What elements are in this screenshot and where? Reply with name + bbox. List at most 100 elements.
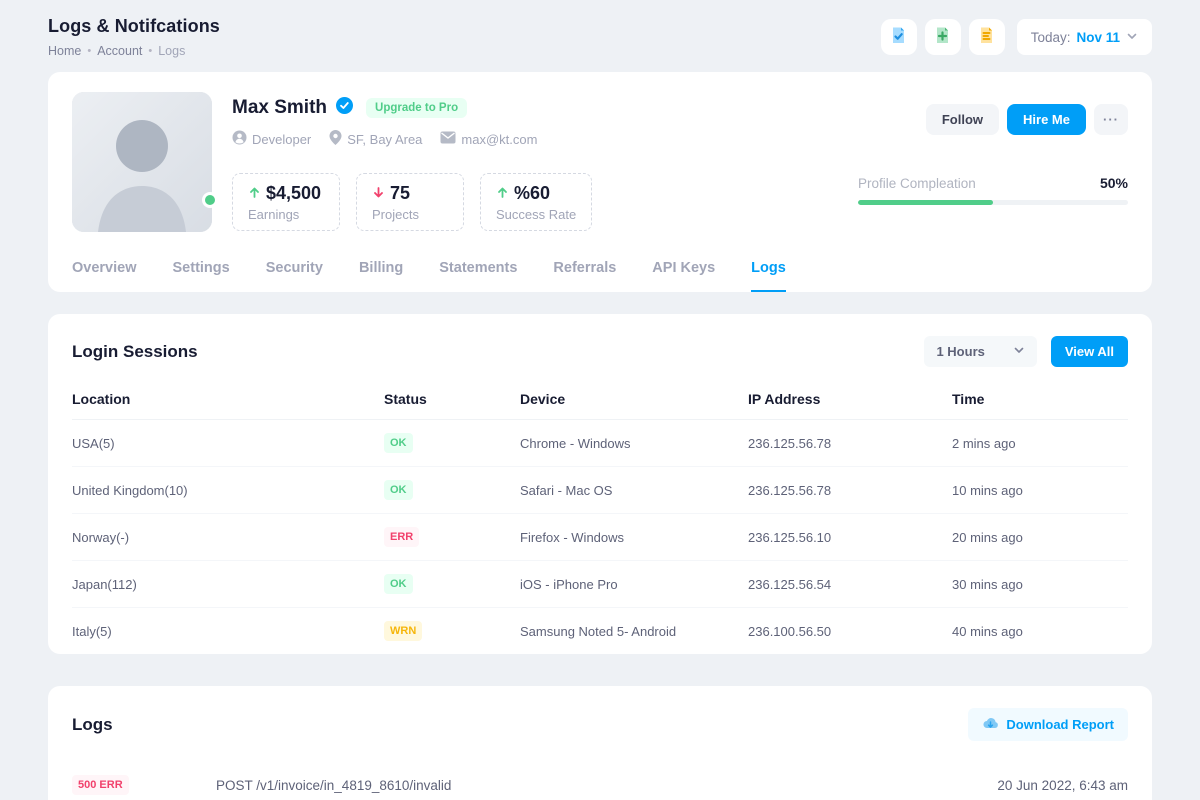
- stat-success-rate: %60 Success Rate: [480, 173, 592, 231]
- profile-role-label: Developer: [252, 132, 311, 147]
- status-badge: OK: [384, 480, 413, 500]
- view-all-button[interactable]: View All: [1051, 336, 1128, 367]
- download-report-button[interactable]: Download Report: [968, 708, 1128, 741]
- table-row: Japan(112) OK iOS - iPhone Pro 236.125.5…: [72, 561, 1128, 608]
- toolbar: Logs & Notifcations Home• Account• Logs …: [0, 0, 1200, 72]
- status-badge: OK: [384, 433, 413, 453]
- stat-success-rate-label: Success Rate: [496, 207, 576, 222]
- tab-statements[interactable]: Statements: [439, 254, 517, 292]
- cell-ip: 236.125.56.10: [748, 517, 952, 558]
- cell-device: Firefox - Windows: [520, 517, 748, 558]
- tab-api-keys[interactable]: API Keys: [652, 254, 715, 292]
- sessions-title: Login Sessions: [72, 342, 198, 362]
- cell-location: USA(5): [72, 423, 384, 464]
- envelope-icon: [440, 131, 456, 147]
- profile-email-label: max@kt.com: [461, 132, 537, 147]
- date-picker-label: Today:: [1031, 30, 1071, 45]
- breadcrumb-current: Logs: [158, 44, 185, 58]
- tab-logs[interactable]: Logs: [751, 254, 786, 292]
- file-check-button[interactable]: [881, 19, 917, 55]
- profile-location: SF, Bay Area: [329, 130, 422, 148]
- logs-title: Logs: [72, 715, 113, 735]
- column-status: Status: [384, 377, 520, 419]
- logs-card: Logs Download Report 500 ERR POST /v1/in…: [48, 686, 1152, 800]
- verified-check-icon: [335, 96, 354, 120]
- profile-role: Developer: [232, 130, 311, 148]
- cell-time: 10 mins ago: [952, 470, 1128, 511]
- file-lines-button[interactable]: [969, 19, 1005, 55]
- breadcrumb-home[interactable]: Home: [48, 44, 81, 58]
- upgrade-pro-badge[interactable]: Upgrade to Pro: [366, 98, 467, 118]
- stat-earnings-label: Earnings: [248, 207, 324, 222]
- tab-overview[interactable]: Overview: [72, 254, 137, 292]
- stat-earnings-value: $4,500: [266, 183, 321, 204]
- profile-email: max@kt.com: [440, 131, 537, 147]
- tab-referrals[interactable]: Referrals: [553, 254, 616, 292]
- table-header-row: Location Status Device IP Address Time: [72, 377, 1128, 420]
- page-title: Logs & Notifcations: [48, 16, 220, 37]
- column-time: Time: [952, 377, 1128, 419]
- progress-bar-fill: [858, 200, 993, 205]
- log-row: 500 ERR POST /v1/invoice/in_4819_8610/in…: [72, 775, 1128, 795]
- cell-ip: 236.125.56.54: [748, 564, 952, 605]
- chevron-down-icon: [1013, 344, 1025, 359]
- stat-projects-label: Projects: [372, 207, 448, 222]
- log-path: POST /v1/invoice/in_4819_8610/invalid: [216, 778, 997, 793]
- status-badge: OK: [384, 574, 413, 594]
- page-head: Logs & Notifcations Home• Account• Logs: [48, 16, 220, 58]
- profile-completion: Profile Compleation 50%: [858, 175, 1128, 205]
- profile-tabs: Overview Settings Security Billing State…: [72, 254, 1128, 292]
- column-ip: IP Address: [748, 377, 952, 419]
- profile-side: Follow Hire Me ··· Profile Compleation 5…: [858, 92, 1128, 232]
- cell-device: Safari - Mac OS: [520, 470, 748, 511]
- cell-ip: 236.100.56.50: [748, 611, 952, 652]
- table-row: Italy(5) WRN Samsung Noted 5- Android 23…: [72, 608, 1128, 654]
- stat-projects: 75 Projects: [356, 173, 464, 231]
- file-lines-icon: [977, 26, 996, 48]
- cell-device: iOS - iPhone Pro: [520, 564, 748, 605]
- hours-filter-select[interactable]: 1 Hours: [924, 336, 1036, 367]
- cell-ip: 236.125.56.78: [748, 423, 952, 464]
- stat-projects-value: 75: [390, 183, 410, 204]
- table-row: USA(5) OK Chrome - Windows 236.125.56.78…: [72, 420, 1128, 467]
- hire-me-button[interactable]: Hire Me: [1007, 104, 1086, 135]
- arrow-down-icon: [372, 183, 385, 204]
- profile-completion-value: 50%: [1100, 175, 1128, 191]
- file-check-icon: [889, 26, 908, 48]
- cell-time: 30 mins ago: [952, 564, 1128, 605]
- arrow-up-icon: [248, 183, 261, 204]
- log-level-badge: 500 ERR: [72, 775, 129, 795]
- avatar-wrap: [72, 92, 212, 232]
- tab-billing[interactable]: Billing: [359, 254, 403, 292]
- chevron-down-icon: [1126, 30, 1138, 45]
- online-status-dot: [202, 192, 218, 208]
- cell-location: Italy(5): [72, 611, 384, 652]
- tab-settings[interactable]: Settings: [173, 254, 230, 292]
- cloud-download-icon: [982, 716, 999, 733]
- stat-earnings: $4,500 Earnings: [232, 173, 340, 231]
- arrow-up-icon: [496, 183, 509, 204]
- cell-location: United Kingdom(10): [72, 470, 384, 511]
- column-location: Location: [72, 377, 384, 419]
- file-plus-button[interactable]: [925, 19, 961, 55]
- date-picker-value: Nov 11: [1076, 30, 1120, 45]
- more-options-button[interactable]: ···: [1094, 104, 1128, 135]
- tab-security[interactable]: Security: [266, 254, 323, 292]
- follow-button[interactable]: Follow: [926, 104, 999, 135]
- stat-success-rate-value: %60: [514, 183, 550, 204]
- column-device: Device: [520, 377, 748, 419]
- cell-time: 2 mins ago: [952, 423, 1128, 464]
- table-row: United Kingdom(10) OK Safari - Mac OS 23…: [72, 467, 1128, 514]
- cell-location: Norway(-): [72, 517, 384, 558]
- log-date: 20 Jun 2022, 6:43 am: [997, 778, 1128, 793]
- download-report-label: Download Report: [1006, 717, 1114, 732]
- profile-main: Max Smith Upgrade to Pro Developer SF, B…: [232, 92, 838, 232]
- cell-device: Samsung Noted 5- Android: [520, 611, 748, 652]
- cell-ip: 236.125.56.78: [748, 470, 952, 511]
- breadcrumb-account[interactable]: Account: [97, 44, 142, 58]
- cell-time: 40 mins ago: [952, 611, 1128, 652]
- status-badge: ERR: [384, 527, 419, 547]
- date-picker[interactable]: Today: Nov 11: [1017, 19, 1152, 55]
- sessions-table: Location Status Device IP Address Time U…: [72, 377, 1128, 654]
- profile-location-label: SF, Bay Area: [347, 132, 422, 147]
